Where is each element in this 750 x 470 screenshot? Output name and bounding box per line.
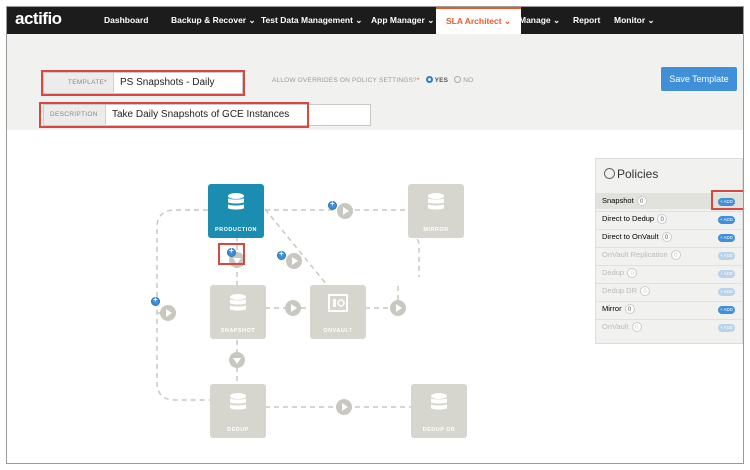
database-icon <box>408 192 464 219</box>
snapshot-label: SNAPSHOT <box>220 328 256 334</box>
production-node[interactable]: PRODUCTION <box>208 184 264 238</box>
policy-label: Dedup <box>602 268 625 277</box>
add-policy-plus-icon[interactable] <box>151 295 160 306</box>
dedup-dr-label: DEDUP DR <box>422 427 456 433</box>
app-window: actifio Dashboard Backup & Recover ⌄ Tes… <box>6 6 744 464</box>
add-onvault-replication-button[interactable]: + ADD <box>718 252 735 260</box>
policy-count-badge: 0 <box>627 268 638 278</box>
policy-row-direct-to-dedup: Direct to Dedup 0 + ADD <box>596 211 742 227</box>
policy-label: Direct to Dedup <box>602 214 655 223</box>
add-direct-to-onvault-button[interactable]: + ADD <box>718 234 735 242</box>
policy-name: Dedup DR 0 <box>602 286 651 296</box>
policy-count-badge: 0 <box>670 250 681 260</box>
policy-row-onvault-replication: OnVault Replication 0 + ADD <box>596 247 742 263</box>
onvault-label: ONVAULT <box>323 328 353 334</box>
policy-count-badge: 0 <box>657 214 668 224</box>
snapshot-node[interactable]: SNAPSHOT <box>210 285 266 339</box>
add-policy-plus-icon[interactable] <box>328 199 337 210</box>
policy-label: Dedup DR <box>602 286 638 295</box>
policies-title-text: Policies <box>617 167 659 181</box>
connector-arrow-icon[interactable] <box>337 203 353 219</box>
connector-arrow-icon[interactable] <box>336 399 352 415</box>
policy-label: OnVault <box>602 322 629 331</box>
dedup-node[interactable]: DEDUP <box>210 384 266 438</box>
policy-name: Mirror 0 <box>602 304 635 314</box>
policy-name: Direct to OnVault 0 <box>602 232 672 242</box>
database-icon <box>210 293 266 320</box>
database-icon <box>210 392 266 419</box>
policy-count-badge: 0 <box>636 196 647 206</box>
policy-count-badge: 0 <box>631 322 642 332</box>
policy-count-badge: 0 <box>661 232 672 242</box>
policy-label: Snapshot <box>602 196 634 205</box>
policy-row-dedup: Dedup 0 + ADD <box>596 265 742 281</box>
production-label: PRODUCTION <box>215 227 257 233</box>
connector-arrow-icon[interactable] <box>285 300 301 316</box>
database-icon <box>411 392 467 419</box>
policy-name: Direct to Dedup 0 <box>602 214 668 224</box>
dedup-dr-node[interactable]: DEDUP DR <box>411 384 467 438</box>
policy-count-badge: 0 <box>624 304 635 314</box>
add-direct-to-dedup-button[interactable]: + ADD <box>718 216 735 224</box>
add-dedup-button[interactable]: + ADD <box>718 270 735 278</box>
policy-row-dedup-dr: Dedup DR 0 + ADD <box>596 283 742 299</box>
connector-arrow-icon[interactable] <box>229 352 245 368</box>
add-dedup-dr-button[interactable]: + ADD <box>718 288 735 296</box>
policy-label: OnVault Replication <box>602 250 668 259</box>
dedup-label: DEDUP <box>227 427 249 433</box>
policy-name: OnVault 0 <box>602 322 642 332</box>
highlight-connector-box <box>218 243 245 265</box>
lightbulb-icon <box>604 168 615 179</box>
policy-name: OnVault Replication 0 <box>602 250 681 260</box>
policy-name: Snapshot 0 <box>602 196 647 206</box>
policy-label: Mirror <box>602 304 622 313</box>
add-onvault-button[interactable]: + ADD <box>718 324 735 332</box>
vault-icon <box>310 293 366 320</box>
mirror-label: MIRROR <box>423 227 449 233</box>
connector-arrow-icon[interactable] <box>286 253 302 269</box>
onvault-node[interactable]: ONVAULT <box>310 285 366 339</box>
connector-arrow-icon[interactable] <box>390 300 406 316</box>
policies-heading: Policies <box>604 167 658 181</box>
policy-count-badge: 0 <box>640 286 651 296</box>
highlight-add-snapshot-box <box>711 190 743 210</box>
policy-label: Direct to OnVault <box>602 232 659 241</box>
policies-panel: Policies Snapshot 0 + ADD Direct to Dedup… <box>595 158 743 344</box>
policy-row-onvault: OnVault 0 + ADD <box>596 319 742 335</box>
policy-name: Dedup 0 <box>602 268 638 278</box>
database-icon <box>208 192 264 219</box>
policy-row-direct-to-onvault: Direct to OnVault 0 + ADD <box>596 229 742 245</box>
connector-arrow-icon[interactable] <box>160 305 176 321</box>
add-mirror-button[interactable]: + ADD <box>718 306 735 314</box>
mirror-node[interactable]: MIRROR <box>408 184 464 238</box>
add-policy-plus-icon[interactable] <box>277 249 286 260</box>
policy-row-mirror: Mirror 0 + ADD <box>596 301 742 317</box>
